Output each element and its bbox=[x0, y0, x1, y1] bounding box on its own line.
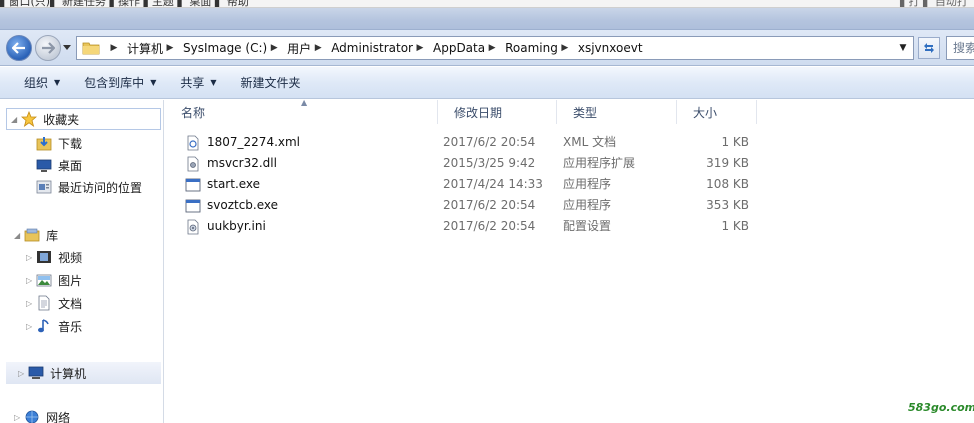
file-size: 353 KB bbox=[706, 198, 749, 212]
column-header-type[interactable]: 类型 bbox=[557, 100, 677, 124]
downloads-folder-icon bbox=[36, 135, 52, 151]
column-header-name[interactable]: 名称 bbox=[165, 100, 438, 124]
collapse-icon[interactable]: ◢ bbox=[11, 115, 17, 124]
breadcrumb-drive[interactable]: SysImage (C:) ▶ bbox=[180, 37, 284, 59]
chevron-down-icon: ▼ bbox=[54, 78, 61, 87]
file-list: ▲ 名称 修改日期 类型 大小 1807_2274.xml 2017/6/2 2… bbox=[165, 98, 974, 423]
nav-downloads[interactable]: 下载 bbox=[36, 132, 82, 154]
nav-pictures[interactable]: ▷ 图片 bbox=[26, 269, 82, 291]
organize-menu-button[interactable]: 组织 ▼ bbox=[14, 71, 70, 95]
address-bar[interactable]: ▶ 计算机 ▶ SysImage (C:) ▶ 用户 ▶ Administrator ▶… bbox=[76, 36, 914, 60]
file-date: 2017/6/2 20:54 bbox=[443, 219, 536, 233]
background-window-text: ▌窗口(只)▌ 新建任务 ▌操作 ▌主题 ▌ 桌面 ▌ 帮助 bbox=[0, 0, 249, 8]
file-size: 1 KB bbox=[721, 219, 749, 233]
file-date: 2017/6/2 20:54 bbox=[443, 198, 536, 212]
file-size: 319 KB bbox=[706, 156, 749, 170]
picture-icon bbox=[36, 272, 52, 288]
file-name: uukbyr.ini bbox=[207, 219, 266, 233]
search-input[interactable]: 搜索 bbox=[946, 36, 974, 60]
file-date: 2017/4/24 14:33 bbox=[443, 177, 543, 191]
xml-file-icon bbox=[185, 135, 201, 151]
expand-icon[interactable]: ▷ bbox=[26, 299, 32, 308]
forward-button[interactable] bbox=[35, 35, 61, 61]
folder-icon bbox=[82, 42, 100, 55]
file-type: 应用程序 bbox=[563, 177, 612, 191]
expand-icon[interactable]: ▷ bbox=[18, 369, 24, 378]
file-type: 配置设置 bbox=[563, 219, 612, 233]
collapse-icon[interactable]: ◢ bbox=[14, 231, 20, 240]
libraries-icon bbox=[24, 227, 40, 243]
new-folder-button[interactable]: 新建文件夹 bbox=[231, 71, 311, 95]
file-type: XML 文档 bbox=[563, 135, 617, 149]
nav-recent-places[interactable]: 最近访问的位置 bbox=[36, 176, 142, 198]
address-history-dropdown[interactable]: ▼ bbox=[897, 41, 909, 55]
include-in-library-button[interactable]: 包含到库中 ▼ bbox=[74, 71, 166, 95]
file-date: 2015/3/25 9:42 bbox=[443, 156, 536, 170]
file-type: 应用程序 bbox=[563, 198, 612, 212]
file-row[interactable]: start.exe 2017/4/24 14:33 应用程序 108 KB bbox=[179, 174, 759, 195]
title-bar bbox=[0, 8, 974, 30]
recent-places-icon bbox=[36, 179, 52, 195]
recent-pages-dropdown-icon[interactable] bbox=[63, 45, 71, 51]
background-window-strip: ▌窗口(只)▌ 新建任务 ▌操作 ▌主题 ▌ 桌面 ▌ 帮助 ▌打 ▌ 自动打 bbox=[0, 0, 974, 8]
column-header-date[interactable]: 修改日期 bbox=[438, 100, 557, 124]
nav-computer[interactable]: ▷ 计算机 bbox=[6, 362, 161, 384]
video-icon bbox=[36, 249, 52, 265]
nav-music[interactable]: ▷ 音乐 bbox=[26, 315, 82, 337]
nav-videos[interactable]: ▷ 视频 bbox=[26, 246, 82, 268]
star-icon bbox=[21, 111, 38, 127]
file-row[interactable]: 1807_2274.xml 2017/6/2 20:54 XML 文档 1 KB bbox=[179, 132, 759, 153]
file-row[interactable]: uukbyr.ini 2017/6/2 20:54 配置设置 1 KB bbox=[179, 216, 759, 237]
file-name: msvcr32.dll bbox=[207, 156, 277, 170]
refresh-button[interactable] bbox=[918, 37, 940, 59]
chevron-down-icon: ▼ bbox=[210, 78, 217, 87]
navigation-bar: ▶ 计算机 ▶ SysImage (C:) ▶ 用户 ▶ Administrator ▶… bbox=[0, 30, 974, 66]
network-icon bbox=[24, 409, 40, 423]
navigation-pane: ◢ 收藏夹 下载 桌面 最近访问的位置 ◢ 库 ▷ 视频 ▷ 图片 ▷ 文档 ▷… bbox=[0, 100, 164, 423]
nav-documents[interactable]: ▷ 文档 bbox=[26, 292, 82, 314]
command-bar: 组织 ▼ 包含到库中 ▼ 共享 ▼ 新建文件夹 bbox=[0, 67, 974, 99]
desktop-icon bbox=[36, 157, 52, 173]
exe-file-icon bbox=[185, 198, 201, 214]
breadcrumb-separator[interactable]: ▶ bbox=[104, 37, 124, 59]
background-window-text-right: ▌打 ▌ 自动打 bbox=[900, 0, 968, 8]
file-name: 1807_2274.xml bbox=[207, 135, 301, 149]
file-type: 应用程序扩展 bbox=[563, 156, 636, 170]
file-row[interactable]: msvcr32.dll 2015/3/25 9:42 应用程序扩展 319 KB bbox=[179, 153, 759, 174]
column-header-size[interactable]: 大小 bbox=[677, 100, 757, 124]
file-name: svoztcb.exe bbox=[207, 198, 279, 212]
watermark: 583go.com bbox=[908, 401, 974, 414]
refresh-icon bbox=[924, 43, 934, 53]
file-size: 1 KB bbox=[721, 135, 749, 149]
breadcrumb-appdata[interactable]: AppData ▶ bbox=[430, 37, 502, 59]
file-date: 2017/6/2 20:54 bbox=[443, 135, 536, 149]
breadcrumb-computer[interactable]: 计算机 ▶ bbox=[124, 37, 180, 59]
nav-desktop[interactable]: 桌面 bbox=[36, 154, 82, 176]
breadcrumb-current-folder[interactable]: xsjvnxoevt bbox=[575, 37, 646, 59]
computer-icon bbox=[28, 365, 44, 381]
document-icon bbox=[36, 295, 52, 311]
share-button[interactable]: 共享 ▼ bbox=[170, 71, 226, 95]
nav-network[interactable]: ▷ 网络 bbox=[14, 406, 70, 423]
file-row[interactable]: svoztcb.exe 2017/6/2 20:54 应用程序 353 KB bbox=[179, 195, 759, 216]
expand-icon[interactable]: ▷ bbox=[26, 253, 32, 262]
exe-file-icon bbox=[185, 177, 201, 193]
breadcrumb-administrator[interactable]: Administrator ▶ bbox=[328, 37, 430, 59]
ini-file-icon bbox=[185, 219, 201, 235]
music-note-icon bbox=[36, 318, 52, 334]
nav-favorites[interactable]: ◢ 收藏夹 bbox=[6, 108, 161, 130]
chevron-down-icon: ▼ bbox=[150, 78, 157, 87]
breadcrumb-users[interactable]: 用户 ▶ bbox=[284, 37, 328, 59]
back-arrow-icon bbox=[12, 42, 25, 54]
expand-icon[interactable]: ▷ bbox=[14, 413, 20, 422]
file-size: 108 KB bbox=[706, 177, 749, 191]
breadcrumb-roaming[interactable]: Roaming ▶ bbox=[502, 37, 575, 59]
nav-libraries[interactable]: ◢ 库 bbox=[14, 224, 58, 246]
expand-icon[interactable]: ▷ bbox=[26, 276, 32, 285]
forward-arrow-icon bbox=[42, 42, 55, 54]
back-button[interactable] bbox=[6, 35, 32, 61]
file-name: start.exe bbox=[207, 177, 261, 191]
expand-icon[interactable]: ▷ bbox=[26, 322, 32, 331]
dll-file-icon bbox=[185, 156, 201, 172]
